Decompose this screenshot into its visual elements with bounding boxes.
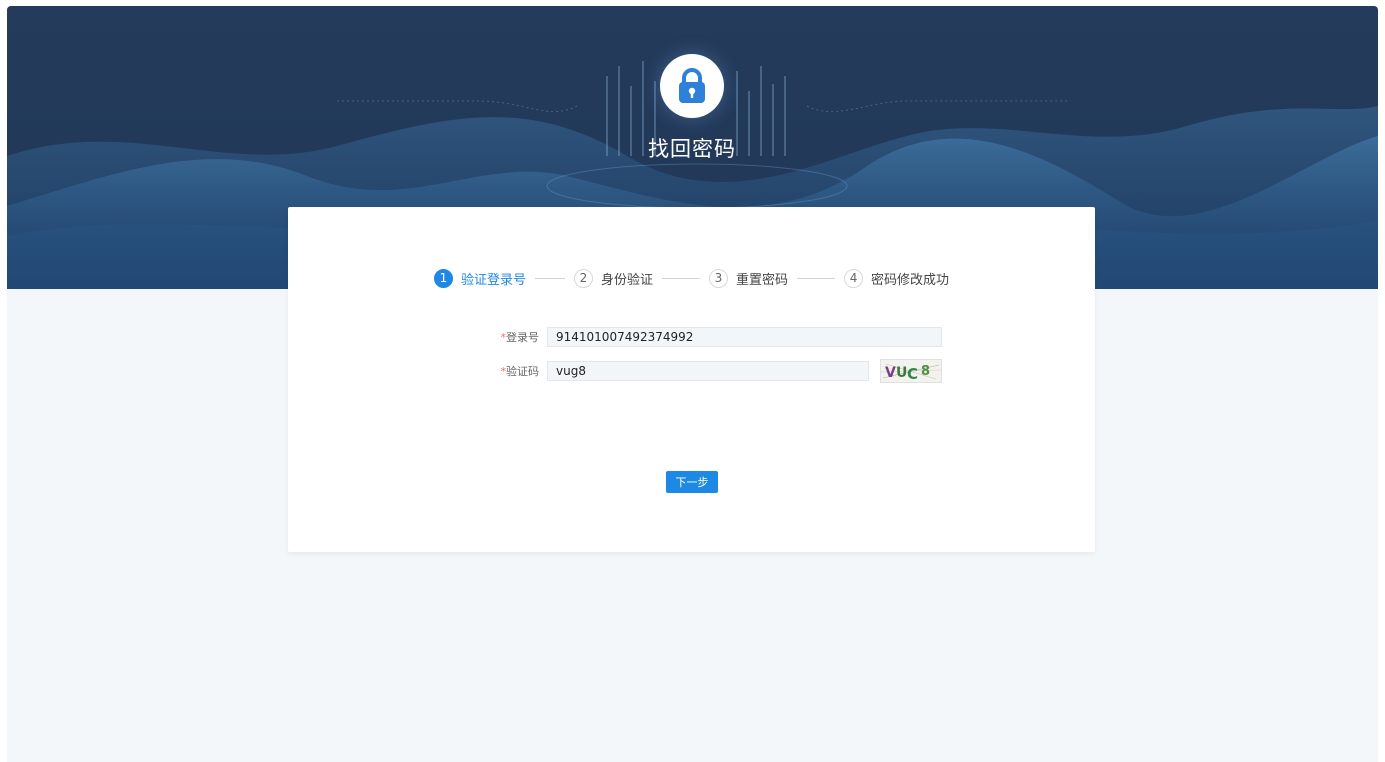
svg-text:C: C — [907, 365, 918, 382]
step-divider — [534, 277, 565, 279]
captcha-row: *验证码 V U C 8 — [481, 359, 942, 383]
svg-text:U: U — [896, 365, 907, 381]
step-divider — [797, 277, 836, 279]
step-3-number: 3 — [709, 268, 728, 288]
step-2-label: 身份验证 — [600, 272, 653, 288]
captcha-label: *验证码 — [481, 363, 540, 379]
step-3: 3 重置密码 — [709, 268, 789, 288]
step-4-number: 4 — [844, 268, 864, 288]
step-divider — [662, 277, 700, 279]
login-number-input[interactable] — [547, 327, 942, 347]
svg-text:V: V — [885, 365, 896, 381]
login-number-label: *登录号 — [481, 329, 540, 345]
lock-badge — [660, 54, 724, 118]
captcha-input[interactable] — [547, 361, 869, 381]
svg-text:8: 8 — [921, 364, 930, 379]
step-1-label: 验证登录号 — [460, 272, 526, 288]
progress-steps: 1 验证登录号 2 身份验证 3 重置密码 4 密码修改成功 — [288, 267, 1095, 289]
reset-password-card: 1 验证登录号 2 身份验证 3 重置密码 4 密码修改成功 *登录号 9141… — [288, 207, 1095, 552]
page-title: 找回密码 — [648, 137, 736, 161]
step-4: 4 密码修改成功 — [844, 268, 950, 288]
step-4-label: 密码修改成功 — [871, 272, 950, 288]
captcha-label-text: 验证码 — [506, 365, 539, 378]
page-frame: 找回密码 1 验证登录号 2 身份验证 3 重置密码 4 密码修改成功 *登录号… — [7, 6, 1378, 762]
next-step-button[interactable]: 下一步 — [666, 471, 718, 493]
step-1-number: 1 — [433, 268, 453, 288]
captcha-graphic: V U C 8 — [880, 363, 942, 383]
lock-icon — [679, 68, 705, 103]
step-1: 1 验证登录号 — [433, 268, 526, 288]
step-2-number: 2 — [573, 268, 593, 288]
step-3-label: 重置密码 — [736, 272, 789, 288]
captcha-image[interactable]: V U C 8 — [880, 359, 942, 383]
login-number-label-text: 登录号 — [506, 331, 539, 344]
step-2: 2 身份验证 — [573, 268, 653, 288]
login-number-row: *登录号 — [481, 327, 942, 347]
